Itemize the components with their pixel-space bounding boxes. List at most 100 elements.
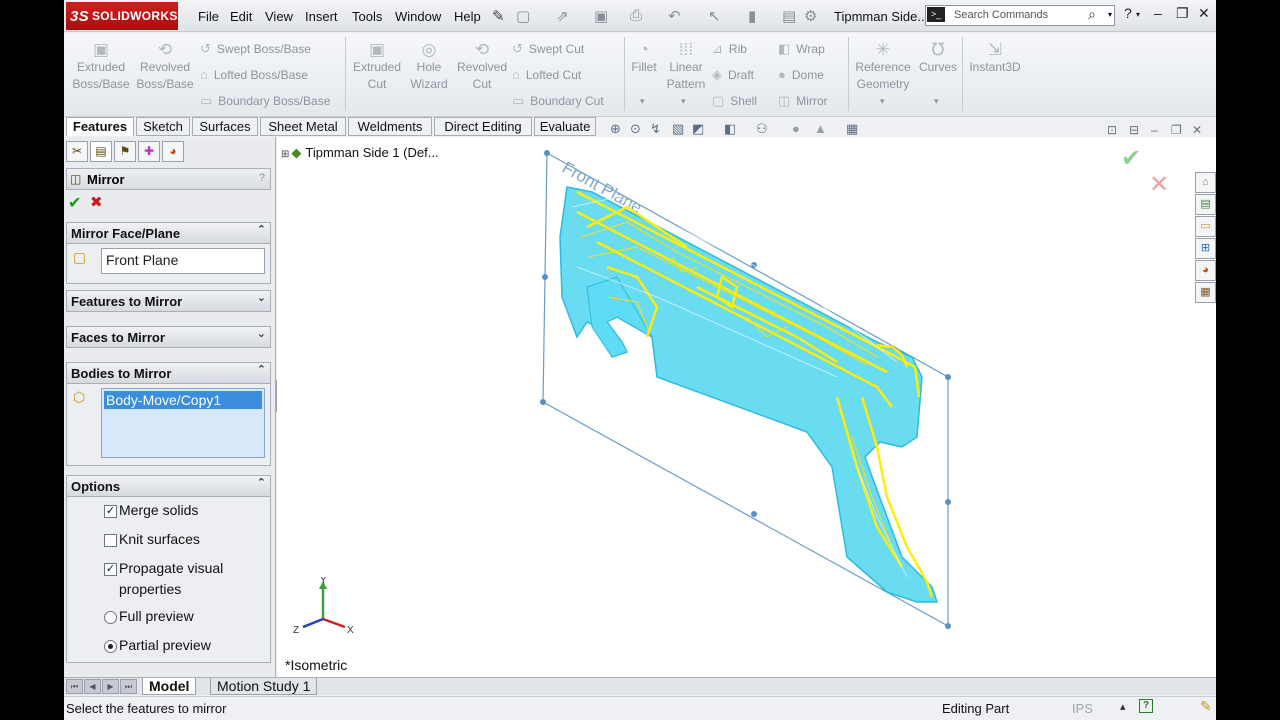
extruded-boss-button[interactable]: ▣ Extruded Boss/Base: [72, 41, 130, 93]
instant3d-button[interactable]: ⇲ Instant3D: [966, 41, 1024, 76]
property-manager-tab-icon[interactable]: ▤: [90, 141, 112, 162]
expand-icon[interactable]: ⌄: [257, 291, 266, 304]
revolved-cut-button[interactable]: ⟲ Revolved Cut: [454, 41, 510, 93]
search-dropdown-icon[interactable]: ▾: [1108, 10, 1112, 19]
scene-icon[interactable]: ▲: [814, 121, 827, 136]
swept-boss-button[interactable]: ↺ Swept Boss/Base: [200, 41, 311, 57]
plane-handle[interactable]: [945, 623, 951, 629]
plane-handle[interactable]: [542, 274, 548, 280]
tab-direct-editing[interactable]: Direct Editing: [434, 117, 532, 136]
search-icon[interactable]: ⌕: [1088, 6, 1208, 23]
plane-handle[interactable]: [540, 399, 546, 405]
plane-handle[interactable]: [751, 262, 757, 268]
display-manager-tab-icon[interactable]: ◕: [162, 141, 184, 162]
rebuild-pencil-icon[interactable]: ✎: [1200, 698, 1212, 715]
linear-pattern-button[interactable]: ⁞⁞⁞ Linear Pattern: [664, 41, 708, 93]
extruded-cut-button[interactable]: ▣ Extruded Cut: [350, 41, 404, 93]
tab-model[interactable]: Model: [142, 678, 197, 695]
quick-tips-icon[interactable]: ?: [1139, 699, 1153, 713]
boundary-boss-button[interactable]: ▭ Boundary Boss/Base: [200, 93, 330, 109]
options-icon[interactable]: ⚙: [804, 7, 817, 25]
shell-button[interactable]: ▢ Shell: [712, 93, 757, 109]
feature-manager-tab-icon[interactable]: ✂: [66, 141, 88, 162]
previous-tab-icon[interactable]: ◀: [84, 679, 101, 694]
features-to-mirror-header[interactable]: Features to Mirror ⌄: [66, 290, 271, 312]
menu-file[interactable]: File: [198, 9, 219, 24]
expand-icon[interactable]: ⌄: [257, 327, 266, 340]
menu-view[interactable]: View: [265, 9, 293, 24]
help-icon[interactable]: ?: [259, 172, 265, 184]
options-section-header[interactable]: Options ⌃: [66, 475, 271, 497]
wrap-button[interactable]: ◧ Wrap: [778, 41, 825, 57]
swept-cut-button[interactable]: ↺ Swept Cut: [512, 41, 584, 57]
viewport-restore-icon[interactable]: ❐: [1171, 123, 1182, 137]
help-icon[interactable]: ?: [1124, 5, 1132, 21]
lofted-cut-button[interactable]: ⌂ Lofted Cut: [512, 67, 581, 82]
tab-evaluate[interactable]: Evaluate: [534, 117, 596, 136]
boundary-cut-button[interactable]: ▭ Boundary Cut: [512, 93, 604, 109]
knit-surfaces-checkbox[interactable]: [104, 534, 117, 547]
search-commands-field[interactable]: Search Commands: [925, 5, 1115, 26]
hide-show-icon[interactable]: ⚇: [756, 121, 768, 137]
pin-icon[interactable]: ✎: [492, 7, 505, 25]
mirror-face-section-header[interactable]: Mirror Face/Plane ⌃: [66, 222, 271, 244]
plane-handle[interactable]: [945, 499, 951, 505]
section-view-icon[interactable]: ▧: [672, 121, 684, 137]
cancel-x-icon[interactable]: ✖: [90, 193, 103, 211]
draft-button[interactable]: ◈ Draft: [712, 67, 754, 83]
partial-preview-radio[interactable]: [104, 640, 117, 653]
menu-window[interactable]: Window: [395, 9, 441, 24]
rib-button[interactable]: ⊿ Rib: [712, 41, 747, 57]
tab-surfaces[interactable]: Surfaces: [192, 117, 258, 136]
reference-geometry-button[interactable]: ✳ Reference Geometry: [852, 41, 914, 93]
bodies-list[interactable]: Body-Move/Copy1: [101, 388, 265, 458]
plane-handle[interactable]: [751, 511, 757, 517]
hole-wizard-button[interactable]: ◎ Hole Wizard: [406, 41, 452, 93]
appearance-icon[interactable]: ●: [792, 121, 800, 136]
next-tab-icon[interactable]: ▶: [102, 679, 119, 694]
configuration-manager-tab-icon[interactable]: ⚑: [114, 141, 136, 162]
body-surface[interactable]: [559, 186, 939, 603]
revolved-boss-button[interactable]: ⟲ Revolved Boss/Base: [134, 41, 196, 93]
tab-sketch[interactable]: Sketch: [136, 117, 190, 136]
confirm-corner-check-icon[interactable]: ✔: [1121, 144, 1141, 173]
tab-sheet-metal[interactable]: Sheet Metal: [260, 117, 346, 136]
open-icon[interactable]: ⇗: [556, 7, 569, 25]
tab-weldments[interactable]: Weldments: [348, 117, 432, 136]
close-icon[interactable]: ✕: [1198, 5, 1210, 22]
dome-button[interactable]: ● Dome: [778, 67, 824, 82]
collapse-icon[interactable]: ⌃: [257, 363, 266, 376]
menu-tools[interactable]: Tools: [352, 9, 382, 24]
mirror-face-field[interactable]: Front Plane: [101, 248, 265, 274]
merge-solids-checkbox[interactable]: ✓: [104, 505, 117, 518]
plane-handle[interactable]: [544, 150, 550, 156]
dimxpert-tab-icon[interactable]: ✚: [138, 141, 160, 162]
curves-dropdown-icon[interactable]: ▾: [934, 96, 939, 107]
select-icon[interactable]: ↖: [708, 7, 721, 25]
last-tab-icon[interactable]: ⏭: [120, 679, 137, 694]
mirror-button[interactable]: ◫ Mirror: [778, 93, 828, 109]
first-tab-icon[interactable]: ⏮: [66, 679, 83, 694]
full-preview-radio[interactable]: [104, 611, 117, 624]
bodies-to-mirror-header[interactable]: Bodies to Mirror ⌃: [66, 362, 271, 384]
propagate-visual-checkbox[interactable]: ✓: [104, 563, 117, 576]
design-library-icon[interactable]: ▤: [1195, 194, 1216, 215]
reference-dropdown-icon[interactable]: ▾: [880, 96, 885, 107]
body-list-item[interactable]: Body-Move/Copy1: [104, 391, 262, 409]
restore-icon[interactable]: ❐: [1176, 5, 1189, 22]
viewport-close-icon[interactable]: ✕: [1192, 123, 1202, 137]
graphics-area[interactable]: ⊞ ◆ Tipmman Side 1 (Def... ⊡ ⊟ – ❐ ✕ Front…: [277, 123, 1216, 677]
menu-edit[interactable]: Edit: [230, 9, 252, 24]
print-icon[interactable]: ⎙: [630, 7, 642, 24]
curves-button[interactable]: ℧ Curves: [916, 41, 960, 76]
help-dropdown-icon[interactable]: ▾: [1136, 10, 1140, 19]
zoom-to-fit-icon[interactable]: ⊕: [610, 121, 621, 137]
pattern-dropdown-icon[interactable]: ▾: [681, 96, 686, 107]
viewport-tile-icon[interactable]: ⊡: [1107, 123, 1117, 137]
save-icon[interactable]: ▣: [594, 7, 608, 25]
view-settings-icon[interactable]: ▦: [846, 121, 858, 137]
minimize-icon[interactable]: –: [1154, 5, 1162, 21]
display-style-icon[interactable]: ◧: [724, 121, 736, 137]
fillet-dropdown-icon[interactable]: ▾: [640, 96, 645, 107]
ok-check-icon[interactable]: ✔: [68, 193, 81, 213]
